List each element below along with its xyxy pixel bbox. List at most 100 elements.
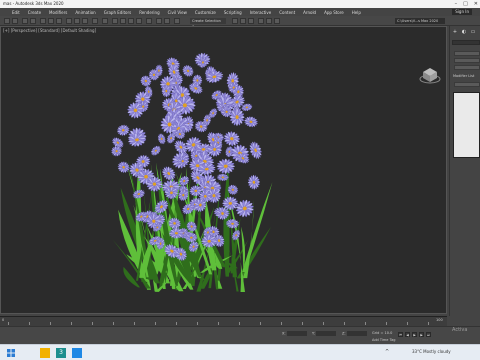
scale-icon[interactable] bbox=[82, 18, 88, 24]
layer-icon[interactable] bbox=[174, 18, 180, 24]
pivot-icon[interactable] bbox=[102, 18, 108, 24]
angle-snap-icon[interactable] bbox=[120, 18, 126, 24]
weather-widget[interactable]: 33°C Mostly cloudy bbox=[412, 349, 451, 354]
timeline-tick bbox=[50, 322, 51, 325]
align-icon[interactable] bbox=[164, 18, 170, 24]
hierarchy-tab-icon[interactable]: ▭ bbox=[470, 29, 476, 35]
sign-in-button[interactable]: Sign In bbox=[452, 9, 472, 15]
menu-item-arnold[interactable]: Arnold bbox=[303, 10, 316, 15]
menu-item-content[interactable]: Content bbox=[279, 10, 295, 15]
aster-flower bbox=[150, 145, 161, 156]
timeline-tick bbox=[218, 322, 219, 325]
command-panel: + ◐ ▭ Modifier List bbox=[449, 26, 480, 316]
schematic-view-icon[interactable] bbox=[240, 18, 246, 24]
move-icon[interactable] bbox=[66, 18, 72, 24]
rendered-frame-icon[interactable] bbox=[266, 18, 272, 24]
close-icon[interactable]: ✕ bbox=[474, 0, 478, 8]
aster-flower bbox=[249, 141, 262, 159]
menu-item-help[interactable]: Help bbox=[352, 10, 361, 15]
menu-item-graph-editors[interactable]: Graph Editors bbox=[104, 10, 131, 15]
create-tab-icon[interactable]: + bbox=[452, 29, 458, 35]
z-coordinate: Z: bbox=[342, 331, 367, 336]
link-icon[interactable] bbox=[22, 18, 28, 24]
timeline-tick bbox=[176, 322, 177, 325]
named-selection-icon[interactable] bbox=[146, 18, 152, 24]
modifier-button-4[interactable] bbox=[454, 82, 480, 87]
place-icon[interactable] bbox=[92, 18, 98, 24]
grid-size: Grid = 10.0 bbox=[372, 331, 393, 335]
x-field[interactable] bbox=[286, 331, 307, 336]
y-label: Y: bbox=[312, 331, 315, 336]
file-explorer-icon[interactable] bbox=[40, 348, 50, 358]
menu-item-modifiers[interactable]: Modifiers bbox=[49, 10, 67, 15]
mirror-icon[interactable] bbox=[156, 18, 162, 24]
menu-item-customize[interactable]: Customize bbox=[195, 10, 216, 15]
percent-snap-icon[interactable] bbox=[128, 18, 134, 24]
spinner-snap-icon[interactable] bbox=[136, 18, 142, 24]
object-name-field[interactable] bbox=[452, 40, 480, 45]
render-setup-icon[interactable] bbox=[258, 18, 264, 24]
aster-flower bbox=[229, 108, 245, 127]
timeline-tick bbox=[239, 322, 240, 325]
workspace-dropdown[interactable]: C:\Users\V...s Max 2020 bbox=[395, 18, 445, 24]
time-slider[interactable]: 0 100 bbox=[0, 316, 447, 326]
add-time-tag[interactable]: Add Time Tag bbox=[372, 338, 396, 342]
timeline-tick bbox=[344, 322, 345, 325]
render-icon[interactable] bbox=[274, 18, 280, 24]
menu-item-rendering[interactable]: Rendering bbox=[139, 10, 159, 15]
3ds-max-icon[interactable]: 3 bbox=[56, 348, 66, 358]
timeline-tick bbox=[92, 322, 93, 325]
viewcube-icon[interactable] bbox=[419, 65, 441, 87]
unlink-icon[interactable] bbox=[30, 18, 36, 24]
playback-controls: ⏮ ◀ ▶ ▶ ⏭ bbox=[398, 332, 431, 337]
minimize-icon[interactable]: – bbox=[455, 0, 458, 8]
menu-item-interactive[interactable]: Interactive bbox=[250, 10, 272, 15]
perspective-viewport[interactable]: [+] [Perspective] [Standard] [Default Sh… bbox=[0, 26, 447, 314]
modifier-stack-list[interactable] bbox=[453, 92, 480, 158]
snap-icon[interactable] bbox=[112, 18, 118, 24]
go-to-start-icon[interactable]: ⏮ bbox=[398, 332, 403, 337]
timeline-tick bbox=[323, 322, 324, 325]
timeline-end: 100 bbox=[436, 318, 443, 322]
timeline-tick bbox=[155, 322, 156, 325]
menu-item-edit[interactable]: Edit bbox=[12, 10, 20, 15]
aster-flower bbox=[244, 116, 258, 128]
modifier-button-2[interactable] bbox=[454, 58, 480, 63]
menu-item-scripting[interactable]: Scripting bbox=[224, 10, 242, 15]
go-to-end-icon[interactable]: ⏭ bbox=[426, 332, 431, 337]
menu-item-create[interactable]: Create bbox=[28, 10, 41, 15]
select-object-icon[interactable] bbox=[40, 18, 46, 24]
windows-start-icon[interactable] bbox=[6, 348, 16, 358]
modifier-list-dropdown[interactable]: Modifier List bbox=[453, 74, 474, 78]
next-frame-icon[interactable]: ▶ bbox=[419, 332, 424, 337]
timeline-tick bbox=[281, 322, 282, 325]
modifier-button-1[interactable] bbox=[454, 51, 480, 56]
select-region-icon[interactable] bbox=[56, 18, 62, 24]
maximize-icon[interactable]: □ bbox=[463, 0, 468, 8]
timeline-start: 0 bbox=[2, 318, 5, 322]
window-title: mas - Autodesk 3ds Max 2020 bbox=[3, 1, 64, 6]
timeline-tick bbox=[428, 322, 429, 325]
flower-bush-model[interactable] bbox=[1, 27, 447, 314]
previous-frame-icon[interactable]: ◀ bbox=[405, 332, 410, 337]
selection-set-dropdown[interactable]: Create Selection Se bbox=[190, 18, 226, 29]
redo-icon[interactable] bbox=[12, 18, 18, 24]
aster-flower bbox=[247, 174, 260, 190]
y-field[interactable] bbox=[315, 331, 336, 336]
select-by-name-icon[interactable] bbox=[48, 18, 54, 24]
menu-item-animation[interactable]: Animation bbox=[75, 10, 95, 15]
z-field[interactable] bbox=[346, 331, 367, 336]
modifier-button-3[interactable] bbox=[454, 65, 480, 70]
browser-icon[interactable] bbox=[72, 348, 82, 358]
modify-tab-icon[interactable]: ◐ bbox=[461, 29, 467, 35]
undo-icon[interactable] bbox=[4, 18, 10, 24]
curve-editor-icon[interactable] bbox=[232, 18, 238, 24]
menu-item-app-store[interactable]: App Store bbox=[324, 10, 344, 15]
x-label: X: bbox=[282, 331, 286, 336]
menu-bar: Edit Create Modifiers Animation Graph Ed… bbox=[0, 8, 480, 16]
play-icon[interactable]: ▶ bbox=[412, 332, 417, 337]
material-editor-icon[interactable] bbox=[248, 18, 254, 24]
menu-item-civil-view[interactable]: Civil View bbox=[168, 10, 187, 15]
rotate-icon[interactable] bbox=[74, 18, 80, 24]
tray-expand-icon[interactable]: ^ bbox=[385, 349, 389, 355]
